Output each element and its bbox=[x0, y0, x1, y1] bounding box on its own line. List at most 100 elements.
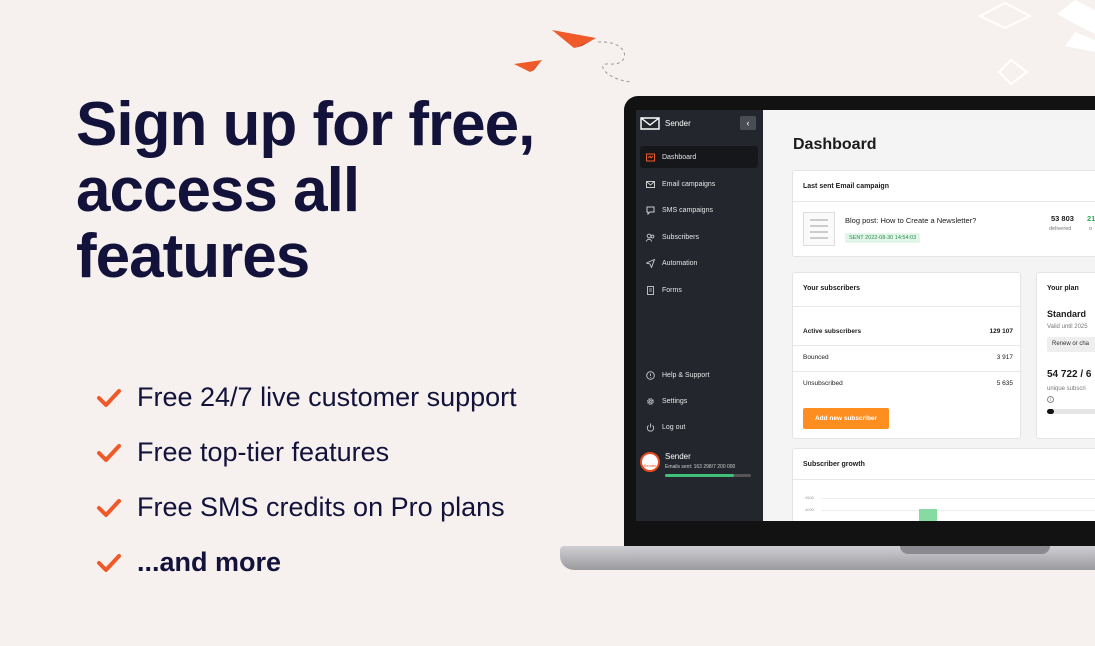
row-value: 129 107 bbox=[989, 328, 1014, 335]
plan-name: Standard bbox=[1047, 309, 1087, 319]
feature-item: ...and more bbox=[96, 535, 517, 590]
sidebar-item-label: SMS campaigns bbox=[662, 206, 713, 214]
sidebar-item-label: Log out bbox=[662, 423, 686, 431]
sidebar-item-settings[interactable]: Settings bbox=[640, 390, 758, 412]
main-content: Dashboard Last sent Email campaign Blog … bbox=[763, 110, 1095, 521]
diamond-decoration bbox=[977, 0, 1095, 86]
sidebar-item-dashboard[interactable]: Dashboard bbox=[640, 146, 758, 168]
page-title: Dashboard bbox=[793, 136, 877, 153]
sender-logo-icon bbox=[640, 117, 660, 130]
renew-plan-button[interactable]: Renew or cha bbox=[1047, 337, 1095, 352]
feature-text: ...and more bbox=[137, 547, 282, 577]
subscriber-row-active: Active subscribers 129 107 bbox=[803, 328, 1013, 335]
divider bbox=[793, 371, 1020, 372]
sidebar-item-label: Help & Support bbox=[662, 371, 710, 379]
chart-gridline bbox=[821, 510, 1095, 511]
plan-subscriber-count: 54 722 / 6 bbox=[1047, 369, 1092, 380]
row-value: 3 917 bbox=[996, 354, 1013, 361]
row-label: Active subscribers bbox=[803, 328, 862, 335]
user-name: Sender bbox=[665, 452, 691, 461]
chart-bar bbox=[919, 509, 937, 521]
emails-usage-bar bbox=[665, 474, 751, 477]
row-label: Bounced bbox=[803, 354, 829, 361]
sidebar: Sender ‹ Dashboard Email campaigns SMS c… bbox=[636, 110, 763, 521]
collapse-sidebar-button[interactable]: ‹ bbox=[740, 116, 756, 130]
sidebar-item-label: Email campaigns bbox=[662, 180, 716, 188]
sidebar-item-label: Subscribers bbox=[662, 233, 699, 241]
sidebar-item-subscribers[interactable]: Subscribers bbox=[640, 226, 758, 248]
chart-tick-label: 4000 bbox=[805, 507, 814, 512]
feature-item: Free top-tier features bbox=[96, 425, 517, 480]
chevron-left-icon: ‹ bbox=[746, 118, 750, 128]
campaign-name[interactable]: Blog post: How to Create a Newsletter? bbox=[845, 216, 976, 225]
headline-line-2: access all bbox=[76, 156, 360, 225]
feature-item: Free 24/7 live customer support bbox=[96, 370, 517, 425]
check-icon bbox=[97, 553, 121, 572]
emails-sent: Emails sent: 163 298/7 200 000 bbox=[665, 464, 736, 470]
feature-item: Free SMS credits on Pro plans bbox=[96, 480, 517, 535]
avatar: Sender bbox=[640, 452, 660, 472]
chart-tick-label: 4500 bbox=[805, 495, 814, 500]
feature-text: Free 24/7 live customer support bbox=[137, 382, 517, 412]
sidebar-item-forms[interactable]: Forms bbox=[640, 279, 758, 301]
unique-subscribers-label: unique subscri bbox=[1047, 386, 1086, 392]
plan-usage-bar bbox=[1047, 409, 1095, 414]
sidebar-item-sms-campaigns[interactable]: SMS campaigns bbox=[640, 199, 758, 221]
plan-card: Your plan Standard Valid until 2025 Rene… bbox=[1036, 272, 1095, 439]
paper-plane-decoration bbox=[514, 30, 633, 83]
sidebar-item-label: Forms bbox=[662, 286, 682, 294]
delivered-label: delivered bbox=[1049, 226, 1072, 232]
sidebar-item-label: Dashboard bbox=[662, 153, 697, 161]
dashboard-icon bbox=[646, 153, 655, 161]
subscriber-growth-card: Subscriber growth 4500 4000 bbox=[792, 448, 1095, 521]
info-icon[interactable]: i bbox=[1047, 396, 1054, 403]
headline-line-1: Sign up for free, bbox=[76, 90, 535, 159]
card-title: Subscriber growth bbox=[803, 461, 865, 468]
status-badge: SENT 2022-08-30 14:54:03 bbox=[845, 233, 921, 243]
plan-usage-fill bbox=[1047, 409, 1054, 414]
row-value: 5 635 bbox=[996, 380, 1013, 387]
power-icon bbox=[646, 423, 655, 432]
card-title: Your subscribers bbox=[803, 285, 861, 292]
mail-icon bbox=[646, 180, 655, 188]
sms-icon bbox=[646, 206, 655, 215]
card-title: Last sent Email campaign bbox=[803, 183, 889, 190]
check-icon bbox=[97, 388, 121, 407]
avatar-label: Sender bbox=[643, 463, 657, 468]
sidebar-item-label: Settings bbox=[662, 397, 688, 405]
laptop-notch bbox=[900, 546, 1050, 554]
subscriber-row-bounced: Bounced 3 917 bbox=[803, 354, 1013, 361]
divider bbox=[793, 479, 1095, 480]
brand-name: Sender bbox=[665, 118, 691, 128]
sidebar-item-label: Automation bbox=[662, 259, 698, 267]
row-label: Unsubscribed bbox=[803, 380, 843, 387]
sidebar-item-help-support[interactable]: Help & Support bbox=[640, 364, 758, 386]
feature-text: Free SMS credits on Pro plans bbox=[137, 492, 505, 522]
chart-gridline bbox=[821, 498, 1095, 499]
headline: Sign up for free, access all features bbox=[76, 92, 596, 290]
opened-label: o bbox=[1089, 226, 1093, 232]
check-icon bbox=[97, 443, 121, 462]
sidebar-brand[interactable]: Sender bbox=[640, 116, 691, 130]
last-campaign-card[interactable]: Last sent Email campaign Blog post: How … bbox=[792, 170, 1095, 257]
delivered-count: 53 803 bbox=[1051, 214, 1074, 223]
add-subscriber-button[interactable]: Add new subscriber bbox=[803, 408, 889, 429]
user-panel[interactable]: Sender Sender Emails sent: 163 298/7 200… bbox=[638, 450, 761, 480]
subscribers-card: Your subscribers Active subscribers 129 … bbox=[792, 272, 1021, 439]
sidebar-item-automation[interactable]: Automation bbox=[640, 252, 758, 274]
divider bbox=[793, 201, 1095, 202]
campaign-thumbnail[interactable] bbox=[803, 212, 835, 246]
users-icon bbox=[646, 233, 655, 242]
feature-list: Free 24/7 live customer support Free top… bbox=[96, 370, 517, 590]
subscriber-row-unsubscribed: Unsubscribed 5 635 bbox=[803, 380, 1013, 387]
feature-text: Free top-tier features bbox=[137, 437, 390, 467]
opened-count: 21 bbox=[1087, 214, 1095, 223]
sidebar-item-email-campaigns[interactable]: Email campaigns bbox=[640, 173, 758, 195]
help-icon bbox=[646, 370, 655, 380]
laptop-screen: Sender ‹ Dashboard Email campaigns SMS c… bbox=[636, 110, 1095, 521]
sidebar-item-log-out[interactable]: Log out bbox=[640, 416, 758, 438]
gear-icon bbox=[647, 397, 654, 405]
check-icon bbox=[97, 498, 121, 517]
divider bbox=[793, 345, 1020, 346]
divider bbox=[793, 306, 1020, 307]
